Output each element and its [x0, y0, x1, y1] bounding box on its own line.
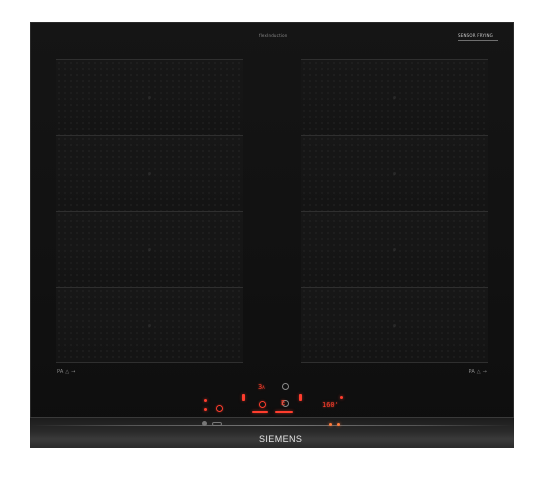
bezel-highlight-line: [30, 425, 514, 426]
induction-cooktop: flexInduction SENSOR FRYING PA △ → PA △ …: [30, 22, 514, 448]
lock-icon[interactable]: [212, 422, 222, 426]
left-zone-indicator-bar: [252, 411, 268, 413]
combine-icon[interactable]: [282, 383, 289, 390]
timer-unit: ': [334, 401, 339, 409]
brand-logo: SIEMENS: [259, 434, 303, 444]
power-button-icon[interactable]: [202, 421, 207, 426]
timer-icon[interactable]: [337, 423, 340, 426]
right-zone-power-display: E: [281, 400, 285, 407]
power-icon[interactable]: [216, 405, 223, 412]
power-indicator-bottom: [204, 408, 207, 411]
timer-value: 160: [322, 401, 335, 409]
left-zone-suffix: A: [262, 385, 265, 390]
timer-indicator: [340, 396, 343, 399]
center-indicator-bar: [275, 411, 293, 413]
right-zone-level: E: [281, 399, 286, 407]
left-zone-select-icon[interactable]: [259, 401, 266, 408]
right-slider-mark: [299, 394, 302, 401]
wipe-protection-icon[interactable]: [329, 423, 332, 426]
product-image: flexInduction SENSOR FRYING PA △ → PA △ …: [0, 0, 545, 484]
control-panel: 3A E 160': [30, 22, 514, 448]
left-zone-power-display: 3A: [258, 384, 265, 391]
left-slider-mark: [242, 394, 245, 401]
timer-display: 160': [322, 402, 339, 409]
power-indicator-top: [204, 399, 207, 402]
